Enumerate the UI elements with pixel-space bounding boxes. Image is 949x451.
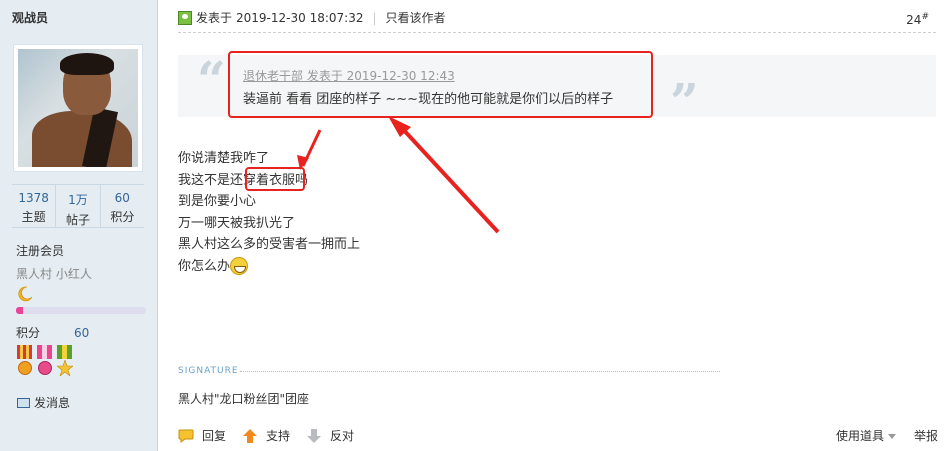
content-line-pre: 我这不是还 (178, 172, 244, 188)
author-sidebar: 观战员 1378 主题 1万 帖子 60 积分 注册会员 黑人村 小红人 积分 … (0, 0, 158, 451)
envelope-icon (17, 397, 30, 408)
oppose-label: 反对 (330, 429, 355, 443)
oppose-button[interactable]: 反对 (306, 427, 354, 444)
stat-posts[interactable]: 1万 帖子 (56, 185, 101, 227)
speech-bubble-icon (178, 429, 194, 443)
content-line: 万一哪天被我扒光了 (178, 215, 296, 231)
stat-points-label: 积分 (110, 210, 135, 224)
points-row: 积分 60 (16, 324, 89, 341)
medal-icon[interactable] (36, 345, 53, 379)
floor-value: 24 (906, 13, 922, 27)
avatar-image (18, 49, 138, 167)
only-author-link[interactable]: 只看该作者 (386, 9, 446, 26)
level-progress-fill (16, 307, 23, 314)
post-container: 观战员 1378 主题 1万 帖子 60 积分 注册会员 黑人村 小红人 积分 … (0, 0, 949, 451)
signature-text: 黑人村"龙口粉丝团"团座 (178, 392, 310, 406)
use-tools-menu[interactable]: 使用道具 (836, 427, 896, 444)
author-stats: 1378 主题 1万 帖子 60 积分 (12, 184, 144, 228)
arrow-down-icon (307, 428, 322, 443)
posted-time: 2019-12-30 18:07:32 (236, 10, 364, 25)
post-meta: 发表于 2019-12-30 18:07:32 | 只看该作者 (178, 9, 446, 26)
reply-button[interactable]: 回复 (178, 427, 226, 444)
support-button[interactable]: 支持 (242, 427, 290, 444)
annotation-box-quote (228, 51, 653, 118)
stat-threads-label: 主题 (21, 210, 46, 224)
content-line: 你怎么办 (178, 256, 360, 278)
stat-posts-label: 帖子 (65, 213, 90, 227)
reply-label: 回复 (202, 429, 227, 443)
floor-number[interactable]: 24# (906, 12, 929, 27)
level-progress-bar (16, 307, 146, 314)
signature-divider (240, 371, 720, 372)
support-label: 支持 (266, 429, 291, 443)
floor-hash: # (921, 12, 929, 22)
send-message-link[interactable]: 发消息 (17, 394, 70, 411)
report-link[interactable]: 举报 (914, 427, 938, 444)
stat-points-value: 60 (114, 191, 130, 205)
close-quote-icon: ” (670, 72, 699, 131)
medal-list (16, 345, 73, 379)
grin-emoji-icon (230, 257, 249, 275)
author-name[interactable]: 观战员 (12, 9, 48, 26)
open-quote-icon: “ (197, 50, 226, 109)
user-group[interactable]: 注册会员 (16, 242, 64, 259)
header-divider (178, 32, 936, 33)
content-line: 黑人村这么多的受害者一拥而上 (178, 237, 361, 252)
post-actions: 回复 支持 反对 使用道具 举报 (178, 420, 938, 451)
stat-posts-value: 1万 (68, 193, 88, 207)
user-ranks: 黑人村 小红人 (16, 267, 92, 281)
avatar[interactable] (13, 44, 143, 172)
meta-divider: | (372, 10, 377, 25)
medal-icon[interactable] (16, 345, 33, 379)
content-line-text: 你怎么办 (178, 258, 231, 274)
posted-label: 发表于 (196, 11, 233, 25)
arrow-up-icon (243, 428, 258, 443)
use-tools-label: 使用道具 (835, 429, 884, 443)
points-label: 积分 (16, 326, 41, 340)
online-status-icon (178, 10, 192, 25)
footer-right: 使用道具 举报 (836, 420, 938, 451)
stat-threads-value: 1378 (18, 191, 49, 205)
chevron-down-icon (887, 434, 896, 439)
stat-points[interactable]: 60 积分 (101, 185, 144, 227)
content-line: 到是你要小心 (178, 194, 257, 209)
medal-icon[interactable] (56, 345, 73, 379)
stat-threads[interactable]: 1378 主题 (12, 185, 57, 227)
annotation-box-highlight (245, 167, 305, 191)
signature-label: SIGNATURE (178, 366, 239, 376)
moon-level-icon (18, 286, 33, 302)
points-value: 60 (74, 326, 90, 340)
send-message-label: 发消息 (34, 396, 71, 410)
